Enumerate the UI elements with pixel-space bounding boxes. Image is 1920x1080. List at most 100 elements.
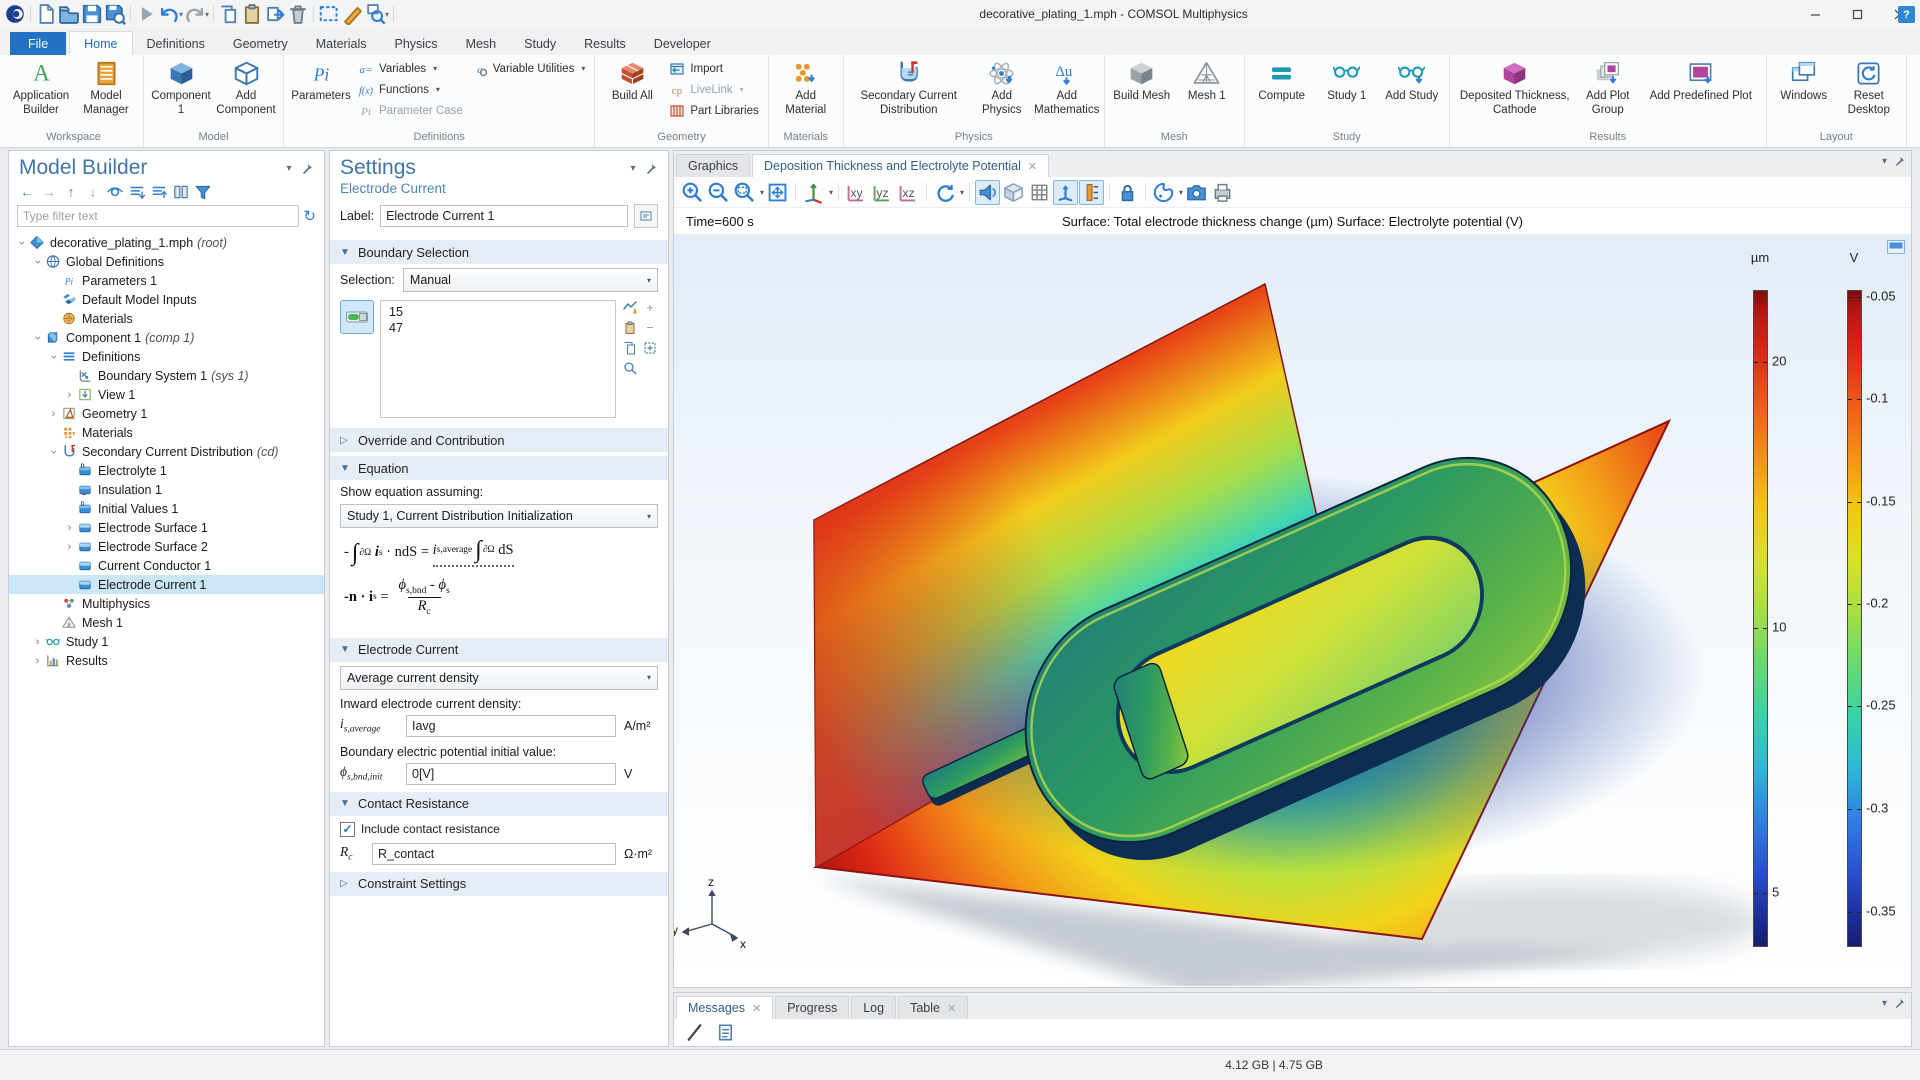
tree-expander-icon[interactable]: › — [63, 389, 76, 401]
ribbon-tab-definitions[interactable]: Definitions — [133, 32, 219, 55]
windows-button[interactable]: Windows — [1772, 56, 1836, 104]
chevron-down-icon[interactable]: ▾ — [760, 188, 764, 197]
collapse-all-icon[interactable] — [149, 183, 169, 201]
tree-item[interactable]: ›decorative_plating_1.mph(root) — [9, 233, 324, 252]
new-file-icon[interactable] — [35, 3, 57, 25]
resistance-input[interactable] — [372, 843, 616, 865]
add-component-button[interactable]: Add Component — [214, 56, 278, 117]
ribbon-tab-physics[interactable]: Physics — [380, 32, 451, 55]
tab-progress[interactable]: Progress — [775, 996, 849, 1019]
color-theme-icon[interactable] — [1151, 180, 1176, 205]
tree-expander-icon[interactable]: › — [32, 331, 44, 344]
add-mathematics-button[interactable]: ΔuAdd Mathematics — [1035, 56, 1099, 117]
copy-selection-icon[interactable] — [622, 340, 638, 356]
add-physics-button[interactable]: Add Physics — [970, 56, 1034, 117]
tree-item[interactable]: ›Results — [9, 651, 324, 670]
add-plot-group-button[interactable]: Add Plot Group — [1576, 56, 1640, 117]
tree-item[interactable]: ›Definitions — [9, 347, 324, 366]
print-icon[interactable] — [1210, 180, 1235, 205]
zoom-in-icon[interactable] — [680, 180, 705, 205]
add-selection-icon[interactable]: + — [642, 300, 658, 316]
study-button[interactable]: Study 1 — [1315, 56, 1379, 104]
comsol-logo-icon[interactable] — [4, 3, 26, 25]
maximize-button[interactable] — [1836, 0, 1878, 28]
tree-item[interactable]: ›View 1 — [9, 385, 324, 404]
secondary-current-distribution-button[interactable]: Secondary Current Distribution — [849, 56, 969, 117]
clear-selection-icon[interactable] — [341, 3, 363, 25]
zoom-extents-icon[interactable] — [765, 180, 790, 205]
scene-light-icon[interactable] — [975, 180, 1000, 205]
current-type-dropdown[interactable]: Average current density▾ — [340, 666, 658, 690]
tree-item[interactable]: DElectrolyte 1 — [9, 461, 324, 480]
save-icon[interactable] — [81, 3, 103, 25]
ribbon-tab-study[interactable]: Study — [510, 32, 570, 55]
chevron-down-icon[interactable]: ▾ — [1179, 188, 1183, 197]
functions-button[interactable]: f(x)Functions▾ — [354, 81, 467, 98]
tree-item[interactable]: ›Electrode Surface 2 — [9, 537, 324, 556]
selection-list-item[interactable]: 47 — [381, 320, 615, 336]
tree-expander-icon[interactable]: › — [63, 522, 76, 534]
view-xy-icon[interactable]: xy — [844, 180, 869, 205]
section-electrode-current[interactable]: ▼ Electrode Current — [330, 638, 668, 662]
variable-utilities-button[interactable]: "100%">aVariable Utilities▾ — [468, 60, 590, 77]
paste-selection-icon[interactable] — [622, 320, 638, 336]
rotate-icon[interactable] — [932, 180, 957, 205]
chevron-down-icon[interactable]: ▾ — [179, 10, 183, 19]
plot-corner-icon[interactable] — [1887, 240, 1905, 254]
parameters-button[interactable]: PiParameters — [289, 56, 353, 104]
tree-item[interactable]: ›Study 1 — [9, 632, 324, 651]
chevron-down-icon[interactable]: ▾ — [1882, 998, 1887, 1009]
component-button[interactable]: Component 1 — [149, 56, 213, 117]
nav-forward-icon[interactable]: → — [39, 183, 59, 201]
zoom-out-icon[interactable] — [706, 180, 731, 205]
selection-list-item[interactable]: 15 — [381, 304, 615, 320]
pin-icon[interactable] — [1895, 998, 1905, 1009]
clear-text-icon[interactable] — [682, 1020, 707, 1045]
tree-expander-icon[interactable]: › — [47, 408, 60, 420]
compute-button[interactable]: Compute — [1250, 56, 1314, 104]
open-icon[interactable] — [58, 3, 80, 25]
play-icon[interactable] — [135, 3, 157, 25]
color-legend-icon[interactable] — [1079, 180, 1104, 205]
tree-item[interactable]: Insulation 1 — [9, 480, 324, 499]
zoom-selection-icon[interactable] — [622, 360, 638, 376]
orientation-axes-icon[interactable] — [1053, 180, 1078, 205]
part-libraries-button[interactable]: Part Libraries — [665, 102, 762, 119]
reset-desktop-button[interactable]: Reset Desktop — [1837, 56, 1901, 117]
selection-dropdown[interactable]: Manual▾ — [403, 268, 658, 292]
tree-item[interactable]: ›Secondary Current Distribution(cd) — [9, 442, 324, 461]
model-manager-button[interactable]: Model Manager — [74, 56, 138, 117]
copy-text-icon[interactable] — [713, 1020, 738, 1045]
ribbon-tab-home[interactable]: Home — [69, 31, 132, 55]
contact-resistance-checkbox[interactable]: ✓ — [340, 822, 355, 837]
minimize-button[interactable] — [1794, 0, 1836, 28]
tree-item[interactable]: Default Model Inputs — [9, 290, 324, 309]
ribbon-tab-file[interactable]: File — [10, 32, 66, 55]
tree-item[interactable]: Materials — [9, 309, 324, 328]
delete-icon[interactable] — [287, 3, 309, 25]
transparency-icon[interactable] — [1001, 180, 1026, 205]
tree-expander-icon[interactable]: › — [31, 636, 44, 648]
tab-graphics[interactable]: Graphics — [676, 154, 750, 177]
snapshot-icon[interactable] — [1184, 180, 1209, 205]
add-study-button[interactable]: Add Study — [1380, 56, 1444, 104]
tree-item[interactable]: Electrode Current 1 — [9, 575, 324, 594]
move-down-icon[interactable]: ↓ — [83, 183, 103, 201]
funnel-icon[interactable] — [193, 183, 213, 201]
pin-icon[interactable] — [1895, 156, 1905, 167]
lock-icon[interactable] — [1115, 180, 1140, 205]
potential-input[interactable] — [406, 763, 616, 785]
variables-button[interactable]: a=Variables▾ — [354, 60, 467, 77]
undo-icon[interactable] — [158, 3, 180, 25]
zoom-box-icon[interactable] — [732, 180, 757, 205]
move-up-icon[interactable]: ↑ — [61, 183, 81, 201]
tree-item[interactable]: ›Electrode Surface 1 — [9, 518, 324, 537]
tree-item[interactable]: Multiphysics — [9, 594, 324, 613]
add-predefined-plot-button[interactable]: Add Predefined Plot — [1641, 56, 1761, 104]
duplicate-icon[interactable] — [264, 3, 286, 25]
nav-back-icon[interactable]: ← — [17, 183, 37, 201]
plot-area[interactable]: z y x µm20105 V-0.05-0.1-0.15-0.2-0.25-0… — [674, 234, 1911, 987]
pin-icon[interactable] — [642, 159, 660, 177]
section-override[interactable]: ▷ Override and Contribution — [330, 428, 668, 452]
pin-icon[interactable] — [298, 159, 316, 177]
